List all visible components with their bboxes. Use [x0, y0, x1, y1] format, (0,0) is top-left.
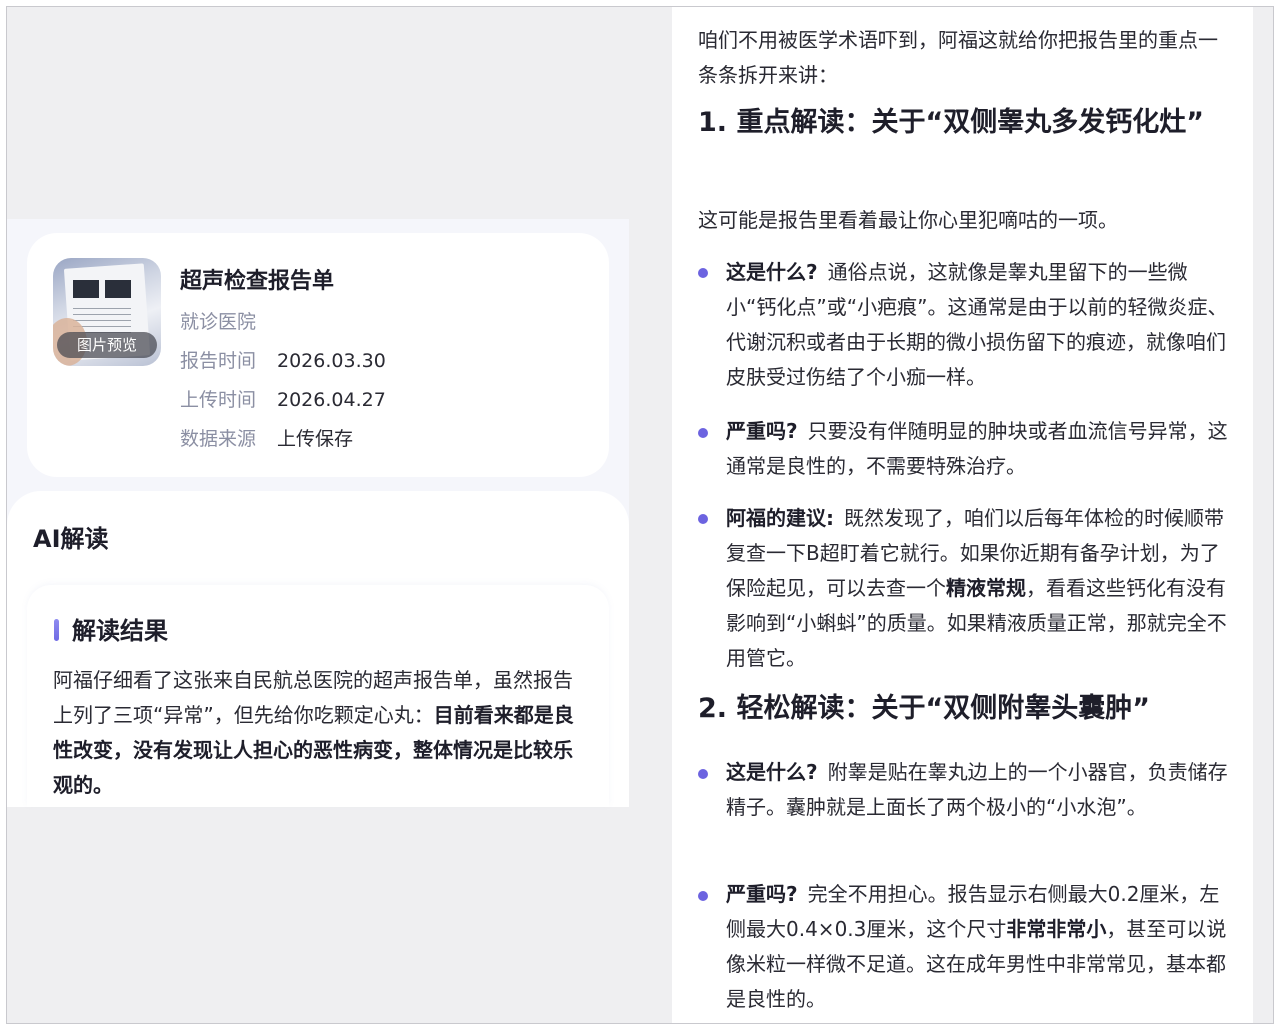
bullet-dot	[698, 769, 708, 779]
s1-bullet-advice-bold: 精液常规	[946, 576, 1026, 600]
result-heading: 解读结果	[53, 611, 168, 646]
right-edge-strip	[1253, 7, 1273, 1023]
upload-time-row: 上传时间 2026.04.27	[180, 385, 386, 412]
thumbnail-scan-image	[105, 280, 131, 298]
bullet-dot	[698, 268, 708, 278]
bullet-dot	[698, 428, 708, 438]
hospital-label: 就诊医院	[180, 311, 257, 333]
s1-bullet-what: 这是什么? 通俗点说，这就像是睾丸里留下的一些微小“钙化点”或“小疤痕”。这通常是…	[726, 255, 1232, 395]
data-source-value: 上传保存	[277, 428, 354, 450]
report-thumbnail[interactable]: 图片预览	[53, 258, 161, 366]
ai-section-title: AI解读	[33, 525, 109, 553]
upload-time-label: 上传时间	[180, 389, 257, 411]
s2-bullet-serious: 严重吗? 完全不用担心。报告显示右侧最大0.2厘米，左侧最大0.4×0.3厘米，这…	[726, 877, 1232, 1017]
report-time-row: 报告时间 2026.03.30	[180, 346, 386, 373]
bullet-dot	[698, 514, 708, 524]
s1-bullet-serious: 严重吗? 只要没有伴随明显的肿块或者血流信号异常，这通常是良性的，不需要特殊治疗。	[726, 414, 1232, 484]
s2-bullet-serious-label: 严重吗?	[726, 882, 798, 906]
s1-bullet-advice-label: 阿福的建议:	[726, 506, 834, 530]
upload-time-value: 2026.04.27	[277, 389, 386, 411]
s2-bullet-what-label: 这是什么?	[726, 760, 818, 784]
result-body: 阿福仔细看了这张来自民航总医院的超声报告单，虽然报告上列了三项“异常”，但先给你…	[53, 663, 587, 803]
section1-heading: 1. 重点解读：关于“双侧睾丸多发钙化灶”	[698, 107, 1204, 138]
section2-heading: 2. 轻松解读：关于“双侧附睾头囊肿”	[698, 693, 1150, 724]
report-time-value: 2026.03.30	[277, 350, 386, 372]
screenshot-frame: 图片预览 超声检查报告单 就诊医院 报告时间 2026.03.30 上传时间 202…	[6, 6, 1274, 1024]
bullet-dot	[698, 891, 708, 901]
image-preview-label[interactable]: 图片预览	[57, 332, 157, 358]
article-intro: 咱们不用被医学术语吓到，阿福这就给你把报告里的重点一条条拆开来讲：	[698, 28, 1218, 87]
result-heading-text: 解读结果	[72, 617, 168, 645]
report-time-label: 报告时间	[180, 350, 257, 372]
article-panel[interactable]: 咱们不用被医学术语吓到，阿福这就给你把报告里的重点一条条拆开来讲： 1. 重点解…	[672, 7, 1253, 1023]
hospital-row: 就诊医院	[180, 307, 277, 334]
s1-bullet-serious-text: 只要没有伴随明显的肿块或者血流信号异常，这通常是良性的，不需要特殊治疗。	[726, 419, 1228, 478]
report-title: 超声检查报告单	[180, 269, 335, 294]
report-card[interactable]: 图片预览 超声检查报告单 就诊医院 报告时间 2026.03.30 上传时间 202…	[27, 233, 609, 477]
s1-bullet-advice: 阿福的建议: 既然发现了，咱们以后每年体检的时候顺带复查一下B超盯着它就行。如果你…	[726, 501, 1232, 676]
s1-bullet-what-label: 这是什么?	[726, 260, 818, 284]
data-source-label: 数据来源	[180, 428, 257, 450]
thumbnail-scan-image	[73, 280, 99, 298]
left-panel: 图片预览 超声检查报告单 就诊医院 报告时间 2026.03.30 上传时间 202…	[7, 7, 672, 1023]
s1-bullet-serious-label: 严重吗?	[726, 419, 798, 443]
data-source-row: 数据来源 上传保存	[180, 424, 353, 451]
s2-bullet-serious-bold: 非常非常小	[1006, 917, 1107, 941]
ai-interpretation-panel: AI解读 解读结果 阿福仔细看了这张来自民航总医院的超声报告单，虽然报告上列了三…	[7, 491, 629, 807]
section1-intro: 这可能是报告里看着最让你心里犯嘀咕的一项。	[698, 208, 1118, 232]
result-card: 解读结果 阿福仔细看了这张来自民航总医院的超声报告单，虽然报告上列了三项“异常”…	[27, 585, 609, 807]
s2-bullet-what: 这是什么? 附睾是贴在睾丸边上的一个小器官，负责储存精子。囊肿就是上面长了两个极小…	[726, 755, 1232, 825]
